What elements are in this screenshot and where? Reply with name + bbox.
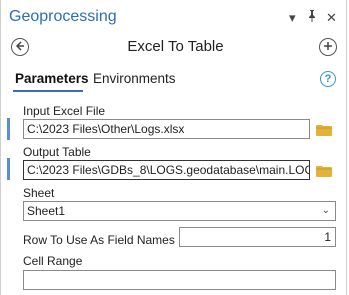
output-table-field[interactable]: C:\2023 Files\GDBs_8\LOGS.geodatabase\ma… (23, 160, 310, 180)
cell-range-field[interactable] (23, 270, 336, 290)
chevron-down-icon: ⌄ (321, 205, 330, 216)
required-indicator-input (7, 118, 10, 140)
tool-title: Excel To Table (127, 38, 224, 55)
cell-range-label: Cell Range (23, 254, 83, 268)
chevron-down-icon[interactable]: ▾ (289, 9, 296, 27)
geoprocessing-pane: Geoprocessing ▾ ✕ Excel To Table Paramet… (0, 0, 347, 295)
input-excel-field[interactable]: C:\2023 Files\Other\Logs.xlsx (23, 119, 310, 139)
required-indicator-output (7, 158, 10, 180)
output-table-label: Output Table (23, 145, 91, 159)
folder-icon[interactable] (316, 164, 332, 182)
sheet-label: Sheet (23, 186, 55, 200)
row-field-names-label: Row To Use As Field Names (23, 233, 175, 247)
add-icon[interactable] (319, 38, 337, 56)
sheet-select-value: Sheet1 (27, 204, 66, 218)
sheet-select[interactable]: Sheet1 ⌄ (23, 201, 336, 221)
help-icon[interactable]: ? (320, 71, 336, 87)
input-excel-label: Input Excel File (23, 104, 106, 118)
pin-icon[interactable] (307, 9, 317, 27)
pane-title: Geoprocessing (9, 8, 117, 25)
row-field-names-field[interactable]: 1 (179, 227, 336, 247)
tab-environments[interactable]: Environments (93, 71, 176, 86)
close-icon[interactable]: ✕ (326, 9, 337, 27)
folder-icon[interactable] (316, 123, 332, 141)
tab-parameters[interactable]: Parameters (15, 71, 89, 86)
tab-active-indicator (13, 90, 83, 92)
